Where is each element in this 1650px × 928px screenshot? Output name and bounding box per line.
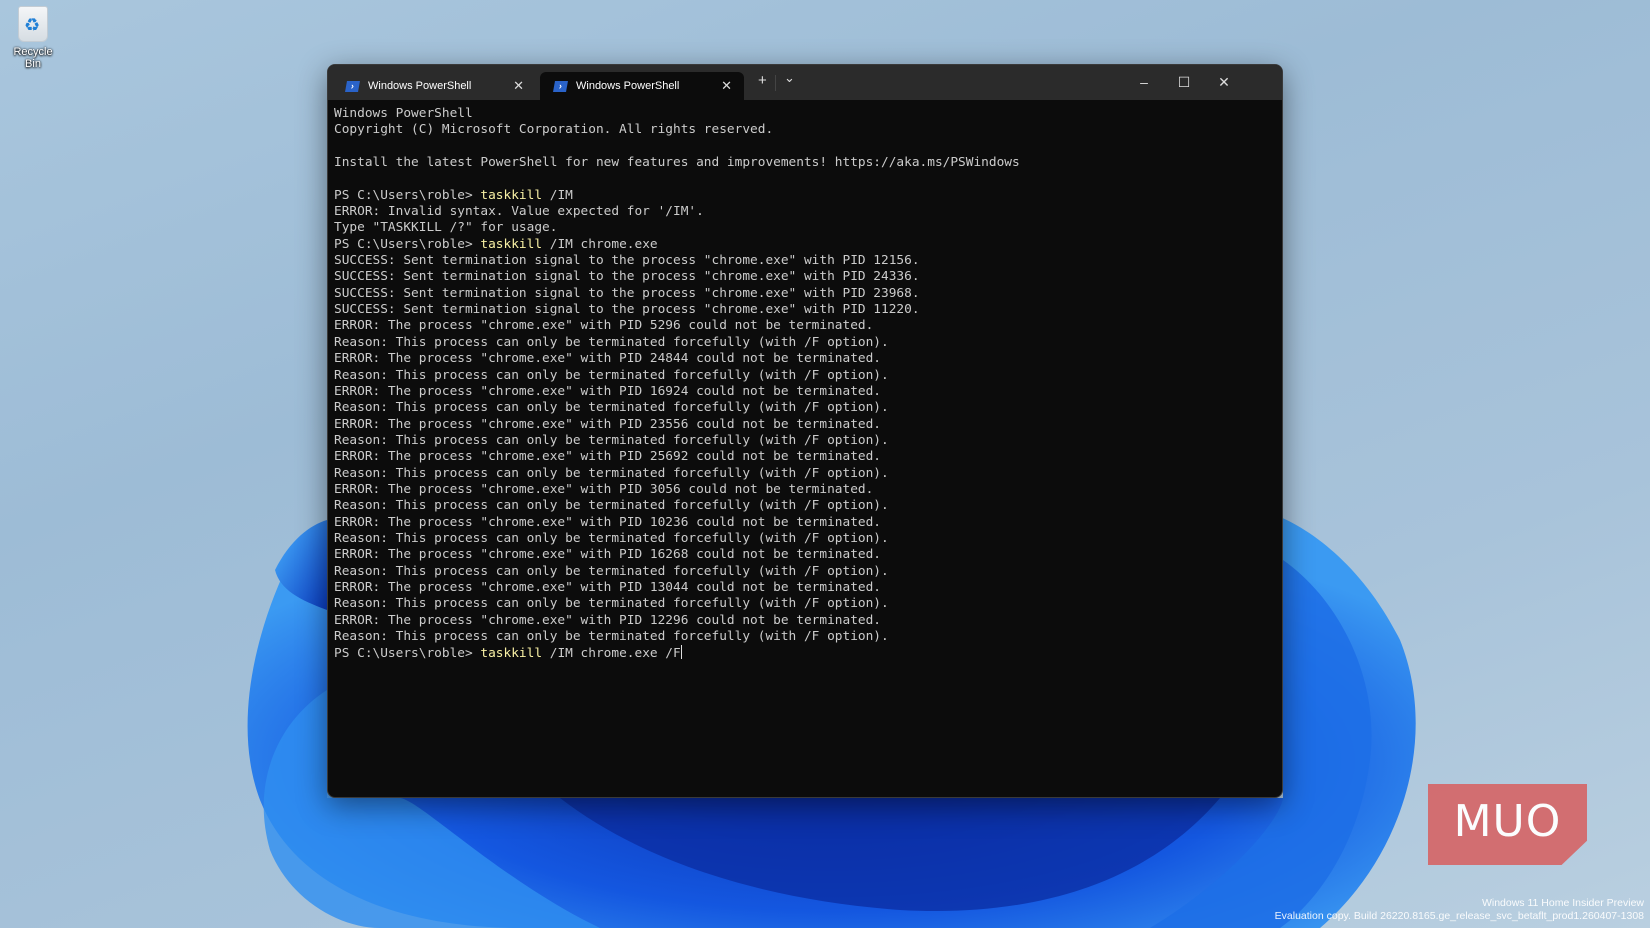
output-line: Reason: This process can only be termina… <box>334 334 889 350</box>
output-line: ERROR: Invalid syntax. Value expected fo… <box>334 204 704 220</box>
recycle-bin-label: Recycle Bin <box>13 46 53 70</box>
command-line: PS C:\Users\roble> taskkill /IM chrome.e… <box>334 645 1282 661</box>
output-line: SUCCESS: Sent termination signal to the … <box>334 269 920 285</box>
windows-watermark: Windows 11 Home Insider Preview Evaluati… <box>1275 897 1644 923</box>
terminal-output[interactable]: Windows PowerShell Copyright (C) Microsof… <box>328 100 1282 662</box>
output-line: Reason: This process can only be termina… <box>334 432 889 448</box>
recycle-bin[interactable]: ♻ Recycle Bin <box>4 6 62 70</box>
tab-label: Windows PowerShell <box>368 80 472 92</box>
output-line: Reason: This process can only be termina… <box>334 465 889 481</box>
output-line: SUCCESS: Sent termination signal to the … <box>334 253 920 269</box>
output-line: ERROR: The process "chrome.exe" with PID… <box>334 579 882 595</box>
divider <box>775 75 776 91</box>
command-args: /IM chrome.exe <box>542 236 658 252</box>
terminal-window: › Windows PowerShell ✕ › Windows PowerSh… <box>327 64 1283 798</box>
tab-label: Windows PowerShell <box>576 80 680 92</box>
output-line: ERROR: The process "chrome.exe" with PID… <box>334 416 882 432</box>
output-line: Reason: This process can only be termina… <box>334 498 889 514</box>
output-line: SUCCESS: Sent termination signal to the … <box>334 285 920 301</box>
tab-dropdown-button[interactable]: ⌄ <box>784 70 795 86</box>
recycle-bin-icon: ♻ <box>18 6 48 42</box>
output-line: Reason: This process can only be termina… <box>334 367 889 383</box>
output-line: ERROR: The process "chrome.exe" with PID… <box>334 351 882 367</box>
close-tab-icon[interactable]: ✕ <box>721 78 732 94</box>
output-line: Type "TASKKILL /?" for usage. <box>334 220 558 236</box>
text-cursor <box>680 645 682 660</box>
tab-powershell-1[interactable]: › Windows PowerShell ✕ <box>332 72 536 100</box>
output-line: Reason: This process can only be termina… <box>334 596 889 612</box>
output-line: SUCCESS: Sent termination signal to the … <box>334 302 920 318</box>
close-button[interactable]: ✕ <box>1204 69 1244 95</box>
output-line: Reason: This process can only be termina… <box>334 400 889 416</box>
tab-bar: › Windows PowerShell ✕ › Windows PowerSh… <box>328 65 1282 100</box>
command-args: /IM <box>542 187 573 203</box>
output-line: ERROR: The process "chrome.exe" with PID… <box>334 547 882 563</box>
watermark-line2: Evaluation copy. Build 26220.8165.ge_rel… <box>1274 910 1644 922</box>
output-line: Reason: This process can only be termina… <box>334 629 889 644</box>
output-line: ERROR: The process "chrome.exe" with PID… <box>334 514 882 530</box>
powershell-icon: › <box>345 80 360 92</box>
powershell-icon: › <box>553 80 568 92</box>
watermark-line1: Windows 11 Home Insider Preview <box>1481 897 1644 909</box>
tab-powershell-2[interactable]: › Windows PowerShell ✕ <box>540 72 744 100</box>
output-line: Reason: This process can only be termina… <box>334 563 889 579</box>
output-line: Copyright (C) Microsoft Corporation. All… <box>334 122 774 138</box>
prompt: PS C:\Users\roble> <box>334 187 481 203</box>
output-line: ERROR: The process "chrome.exe" with PID… <box>334 449 882 465</box>
output-line: ERROR: The process "chrome.exe" with PID… <box>334 612 882 628</box>
output-line: ERROR: The process "chrome.exe" with PID… <box>334 481 874 497</box>
new-tab-button[interactable]: + <box>758 72 767 89</box>
command-name: taskkill <box>480 236 543 252</box>
output-line: ERROR: The process "chrome.exe" with PID… <box>334 383 882 399</box>
prompt: PS C:\Users\roble> <box>334 236 481 252</box>
logo-text: MUO <box>1453 796 1562 847</box>
command-args: /IM chrome.exe /F <box>542 646 681 662</box>
command-line: PS C:\Users\roble> taskkill /IM <box>334 188 1282 204</box>
output-line: Windows PowerShell <box>334 106 473 121</box>
output-line: Reason: This process can only be termina… <box>334 530 889 546</box>
output-line: ERROR: The process "chrome.exe" with PID… <box>334 318 874 334</box>
command-line: PS C:\Users\roble> taskkill /IM chrome.e… <box>334 237 1282 253</box>
command-name: taskkill <box>480 646 543 662</box>
output-line: Install the latest PowerShell for new fe… <box>334 155 1020 171</box>
maximize-button[interactable]: ☐ <box>1164 69 1204 95</box>
minimize-button[interactable]: – <box>1124 69 1164 95</box>
muo-logo: MUO <box>1428 784 1587 865</box>
close-tab-icon[interactable]: ✕ <box>513 78 524 94</box>
prompt: PS C:\Users\roble> <box>334 646 481 662</box>
command-name: taskkill <box>480 187 543 203</box>
